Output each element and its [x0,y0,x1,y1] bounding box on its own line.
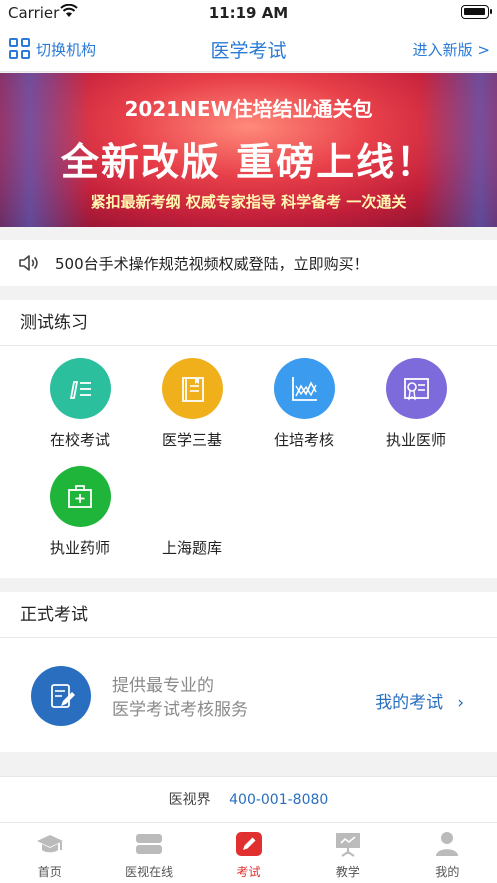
nav-bar: 切换机构 医学考试 进入新版 > [0,26,497,72]
formal-exam-description: 提供最专业的 医学考试考核服务 [112,674,248,722]
speaker-icon [19,255,38,271]
status-bar: Carrier 11:19 AM [0,0,497,26]
writing-icon [49,358,111,419]
notice-text: 500台手术操作规范视频权威登陆，立即购买！ [55,254,369,273]
blank-icon [162,466,223,527]
contact-footer: 医视界 400-001-8080 [0,776,497,823]
practice-item-label: 住培考核 [273,431,334,449]
battery-icon [461,5,492,19]
tab-home[interactable]: 首页 [0,823,99,883]
book-icon [161,358,223,419]
exam-edit-icon [235,831,263,857]
practice-item-label: 执业医师 [385,431,446,449]
notice-bar[interactable]: 500台手术操作规范视频权威登陆，立即购买！ [0,240,497,286]
banner-subtitle: 2021NEW住培结业通关包 [124,97,373,121]
tab-label: 首页 [37,865,62,879]
certificate-icon [385,358,447,419]
banner-tagline: 紧扣最新考纲 权威专家指导 科学备考 一次通关 [90,193,407,211]
practice-item-label: 上海题库 [161,539,222,557]
tab-label: 教学 [335,865,360,879]
practice-item-shanghai-bank[interactable]: 上海题库 [136,466,248,558]
practice-item-label: 医学三基 [161,431,222,449]
banner-headline: 全新改版 重磅上线！ [60,140,437,184]
graduation-cap-icon [36,831,64,857]
practice-item-licensed-physician[interactable]: 执业医师 [360,358,472,450]
tab-label: 考试 [236,865,261,879]
clock: 11:19 AM [208,4,289,22]
my-exam-link[interactable]: 我的考试 › [375,688,464,713]
video-icon [135,831,163,857]
medkit-icon [49,466,111,527]
exam-document-icon [31,666,91,726]
contact-phone-link[interactable]: 400-001-8080 [229,792,328,808]
tab-video-online[interactable]: 医视在线 [99,823,198,883]
practice-item-label: 在校考试 [49,431,110,449]
tab-exam[interactable]: 考试 [199,823,298,883]
tab-label: 我的 [435,865,460,879]
tab-bar: 首页 医视在线 考试 教学 我的 [0,823,497,883]
contact-brand: 医视界 [168,792,211,808]
user-icon [433,831,461,857]
formal-exam-card[interactable]: 提供最专业的 医学考试考核服务 我的考试 › [0,638,497,750]
enter-new-version-link[interactable]: 进入新版 > [413,39,490,60]
promo-banner[interactable]: 2021NEW住培结业通关包 全新改版 重磅上线！ 紧扣最新考纲 权威专家指导 … [0,73,497,227]
formal-exam-title: 正式考试 [0,592,497,638]
tab-mine[interactable]: 我的 [398,823,497,883]
practice-item-residency[interactable]: 住培考核 [248,358,360,450]
practice-item-label: 执业药师 [49,539,110,557]
screen: Carrier 11:19 AM 切换机构 医学考试 进入新版 > 2021NE… [0,0,497,883]
tab-label: 医视在线 [125,865,174,879]
formal-exam-section: 正式考试 提供最专业的 医学考试考核服务 我的考试 › [0,592,497,752]
practice-item-medical-basics[interactable]: 医学三基 [136,358,248,450]
exam-desc-line-2: 医学考试考核服务 [112,700,248,720]
practice-item-licensed-pharmacist[interactable]: 执业药师 [24,466,136,558]
tab-teaching[interactable]: 教学 [298,823,397,883]
my-exam-label: 我的考试 [375,693,444,713]
exam-desc-line-1: 提供最专业的 [112,676,214,696]
chevron-right-icon: › [457,693,464,713]
presentation-icon [334,831,362,857]
practice-title: 测试练习 [0,300,497,346]
chart-icon [273,358,335,419]
practice-grid: 在校考试 医学三基 住培考核 执业医师 执业药师 上海题库 [0,346,497,576]
practice-item-school-exam[interactable]: 在校考试 [24,358,136,450]
practice-section: 测试练习 在校考试 医学三基 住培考核 执业医师 执业药师 上海题库 [0,300,497,578]
